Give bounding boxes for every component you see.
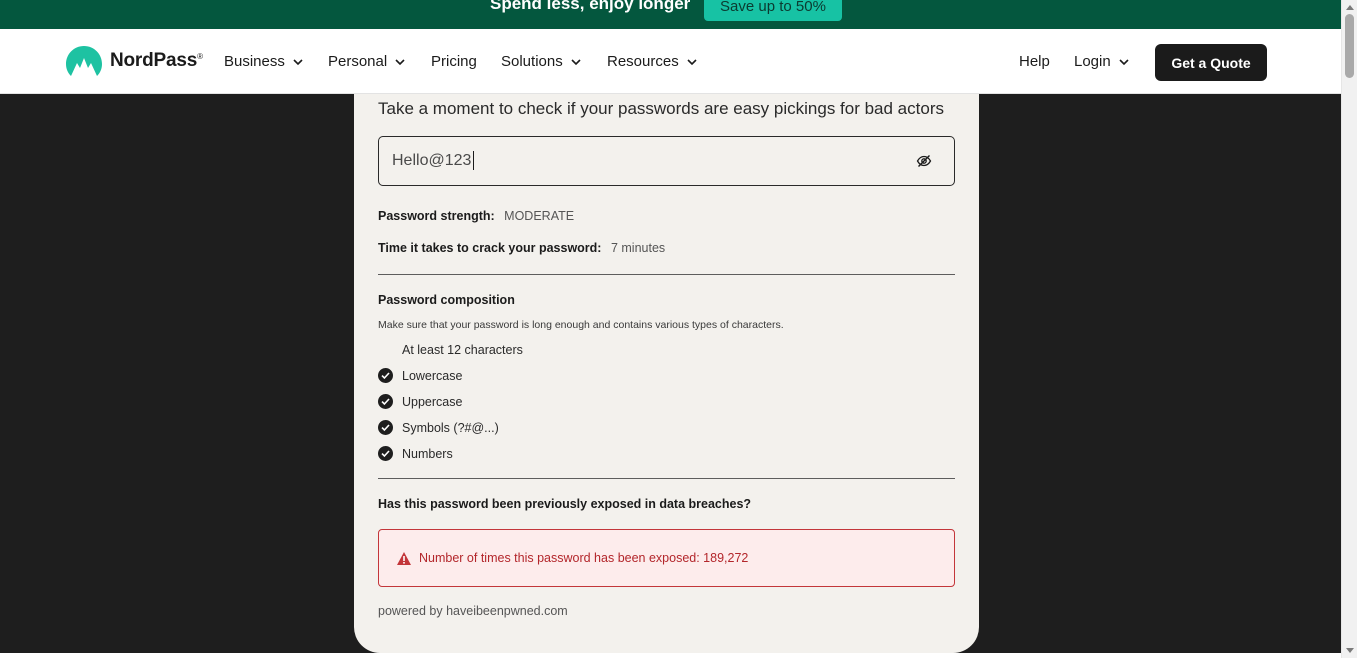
warning-triangle-icon — [397, 552, 411, 565]
eye-slash-icon[interactable] — [916, 153, 932, 169]
chevron-down-icon — [395, 58, 405, 65]
page-scrollbar[interactable] — [1341, 0, 1357, 658]
logo[interactable]: NordPass® — [66, 46, 203, 76]
nav-login[interactable]: Login — [1074, 53, 1129, 70]
crack-time-row: Time it takes to crack your password: 7 … — [378, 241, 665, 255]
password-checker-card: Take a moment to check if your passwords… — [354, 94, 979, 653]
page-bottom-strip — [0, 653, 1341, 658]
requirement-label: Uppercase — [402, 394, 463, 409]
scroll-up-arrow-icon[interactable] — [1346, 5, 1354, 10]
requirement-unmet-indicator — [378, 342, 393, 357]
chevron-down-icon — [293, 58, 303, 65]
requirement-label: Lowercase — [402, 368, 463, 383]
nav-resources[interactable]: Resources — [607, 53, 697, 70]
requirement-label: At least 12 characters — [402, 342, 523, 357]
check-circle-icon — [378, 446, 393, 461]
nav-business-label: Business — [224, 53, 285, 70]
nav-personal[interactable]: Personal — [328, 53, 405, 70]
logo-text: NordPass® — [110, 50, 203, 71]
scroll-down-arrow-icon[interactable] — [1346, 648, 1354, 653]
checker-intro: Take a moment to check if your passwords… — [378, 99, 944, 118]
requirement-label: Numbers — [402, 446, 453, 461]
crack-time-value: 7 minutes — [610, 241, 666, 255]
nav-help-label: Help — [1019, 53, 1050, 70]
chevron-down-icon — [687, 58, 697, 65]
nav-pricing[interactable]: Pricing — [431, 53, 477, 70]
requirement-item: Lowercase — [378, 368, 462, 383]
nav-login-label: Login — [1074, 53, 1111, 70]
composition-title: Password composition — [378, 293, 515, 307]
chevron-down-icon — [571, 58, 581, 65]
strength-label: Password strength: — [378, 209, 495, 223]
chevron-down-icon — [1119, 58, 1129, 65]
nav-pricing-label: Pricing — [431, 53, 477, 70]
password-input[interactable]: Hello@123 — [378, 136, 955, 186]
strength-value: MODERATE — [504, 209, 575, 223]
requirement-item: Symbols (?#@...) — [378, 420, 499, 435]
divider — [378, 478, 955, 479]
check-circle-icon — [378, 368, 393, 383]
nav-solutions-label: Solutions — [501, 53, 563, 70]
breach-message: Number of times this password has been e… — [419, 551, 749, 565]
requirement-label: Symbols (?#@...) — [402, 420, 499, 435]
nordpass-mountain-icon — [66, 46, 102, 76]
password-value[interactable]: Hello@123 — [392, 152, 471, 170]
promo-text: Spend less, enjoy longer — [490, 0, 691, 13]
check-circle-icon — [378, 420, 393, 435]
nav-personal-label: Personal — [328, 53, 388, 70]
nav-solutions[interactable]: Solutions — [501, 53, 581, 70]
get-a-quote-button[interactable]: Get a Quote — [1155, 44, 1267, 81]
promo-banner: Spend less, enjoy longer Save up to 50% — [0, 0, 1341, 29]
composition-hint: Make sure that your password is long eno… — [378, 319, 784, 331]
requirement-item: Numbers — [378, 446, 453, 461]
site-header: NordPass® Business Personal Pricing Solu… — [0, 29, 1341, 94]
requirement-item: At least 12 characters — [378, 342, 523, 357]
text-caret — [473, 151, 474, 170]
check-circle-icon — [378, 394, 393, 409]
nav-business[interactable]: Business — [224, 53, 303, 70]
promo-button[interactable]: Save up to 50% — [704, 0, 842, 21]
nav-help[interactable]: Help — [1019, 53, 1050, 70]
scrollbar-thumb[interactable] — [1345, 14, 1354, 78]
strength-row: Password strength: MODERATE — [378, 209, 574, 223]
divider — [378, 274, 955, 275]
breach-alert: Number of times this password has been e… — [378, 529, 955, 587]
crack-time-label: Time it takes to crack your password: — [378, 241, 602, 255]
powered-by: powered by haveibeenpwned.com — [378, 604, 568, 618]
requirement-item: Uppercase — [378, 394, 462, 409]
breach-question: Has this password been previously expose… — [378, 497, 752, 511]
nav-resources-label: Resources — [607, 53, 679, 70]
